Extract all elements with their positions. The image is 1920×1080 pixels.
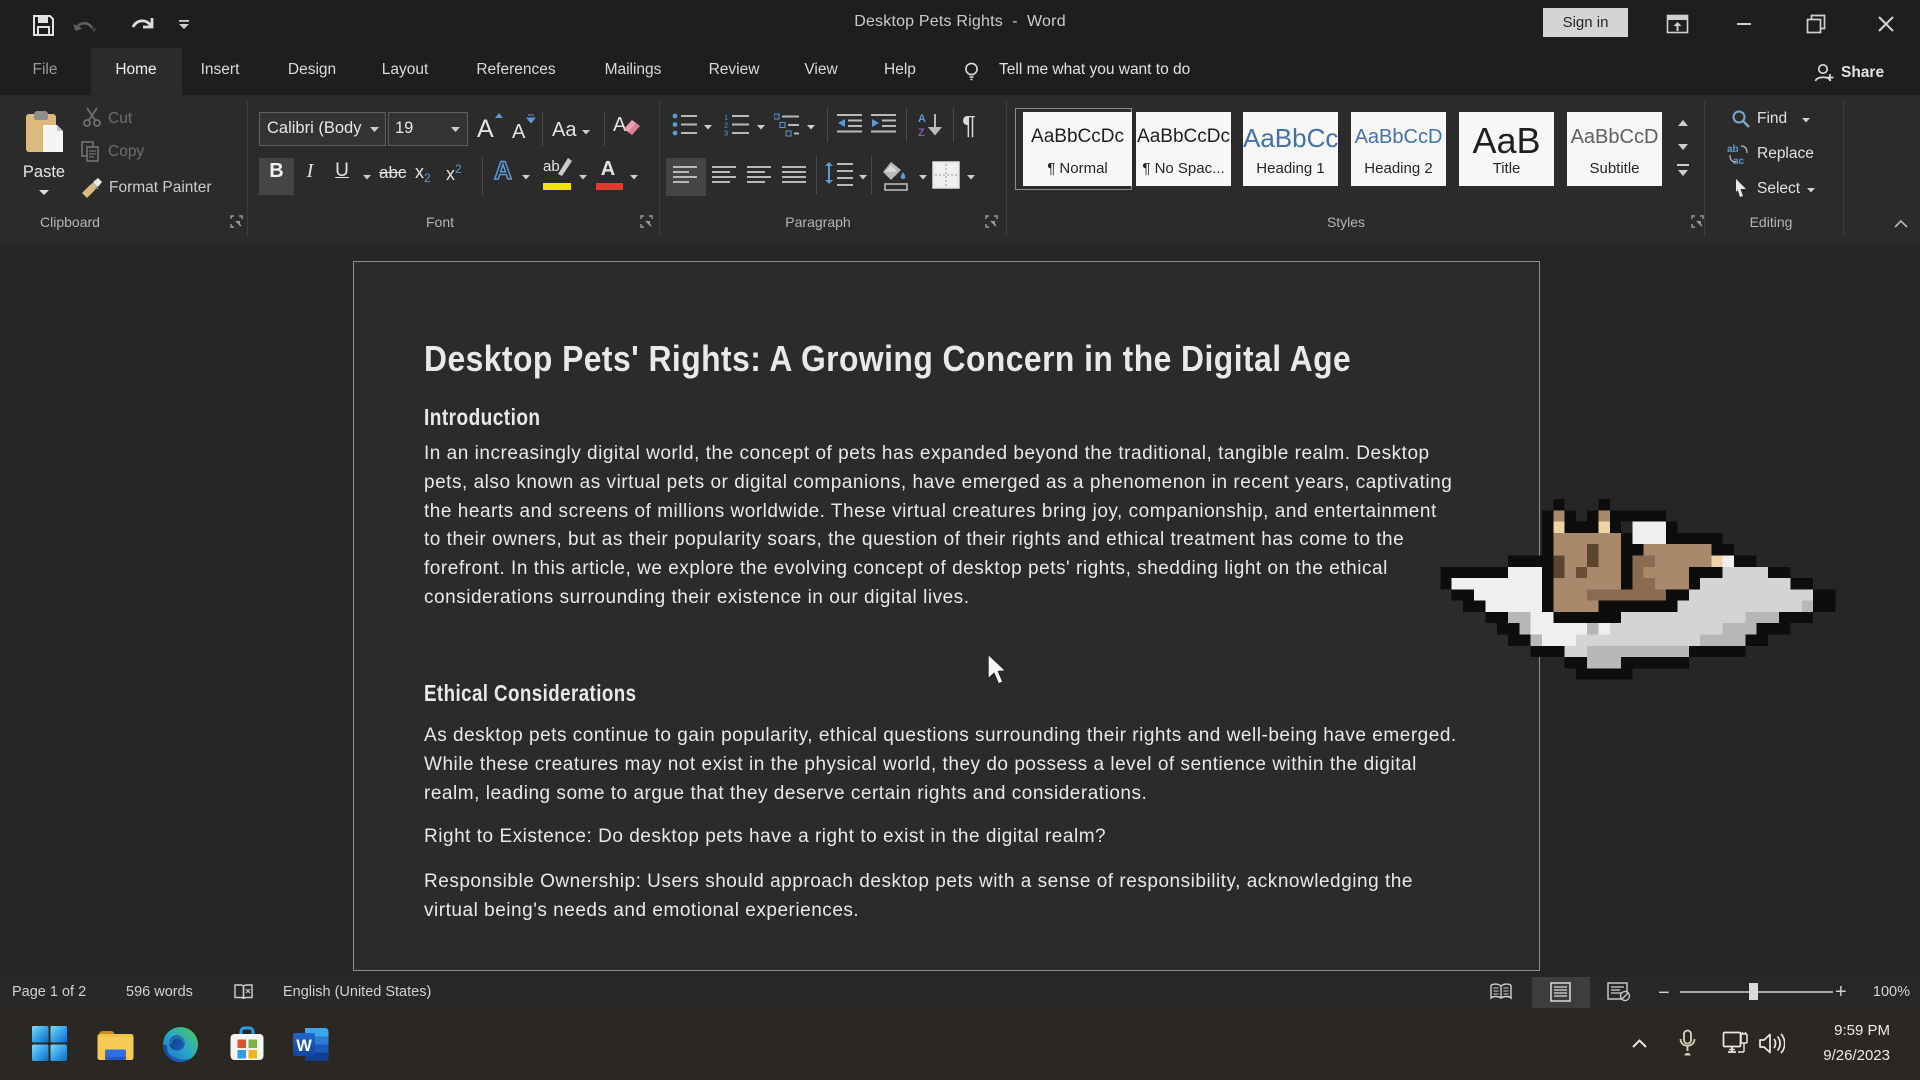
svg-text:Z: Z bbox=[918, 127, 925, 138]
svg-text:ac: ac bbox=[1733, 156, 1745, 165]
svg-text:A: A bbox=[918, 113, 926, 125]
svg-text:3: 3 bbox=[724, 129, 728, 138]
svg-text:W: W bbox=[296, 1037, 312, 1055]
svg-text:ab: ab bbox=[1727, 144, 1739, 155]
